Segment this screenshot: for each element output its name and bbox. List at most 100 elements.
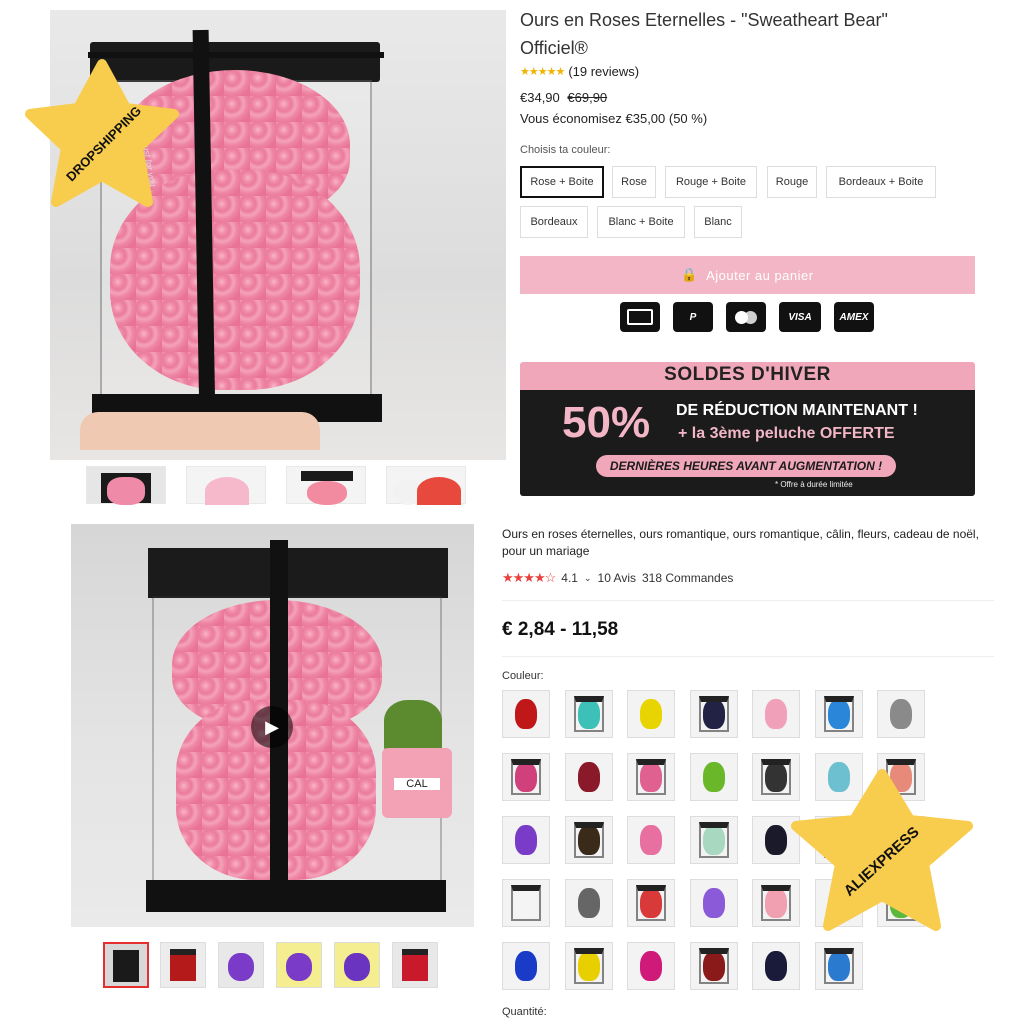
- price-original: €69,90: [567, 90, 608, 105]
- amex-icon: AMEX: [834, 302, 874, 332]
- price-block: €34,90 €69,90: [520, 90, 607, 105]
- ali-thumbnail-3[interactable]: [218, 942, 264, 988]
- add-to-cart-label: Ajouter au panier: [706, 267, 814, 283]
- color-swatch[interactable]: [564, 879, 613, 927]
- color-option-blanc-boite[interactable]: Blanc + Boite: [597, 206, 685, 238]
- ali-thumbnail-5[interactable]: [334, 942, 380, 988]
- color-swatch[interactable]: [564, 942, 613, 990]
- color-swatch[interactable]: [564, 690, 613, 738]
- add-to-cart-button[interactable]: 🔒 Ajouter au panier: [520, 256, 975, 294]
- color-swatch[interactable]: [502, 879, 550, 927]
- bear-swatch-color: [640, 825, 662, 855]
- dropshipping-badge: DROPSHIPPING: [25, 59, 179, 207]
- color-swatch[interactable]: [502, 816, 550, 864]
- thumbnail-1[interactable]: [86, 466, 166, 505]
- product-title: Ours en Roses Eternelles - "Sweatheart B…: [520, 10, 888, 58]
- bear-swatch-color: [577, 888, 600, 918]
- mastercard-icon: [726, 302, 766, 332]
- ali-thumbnail-2[interactable]: [160, 942, 206, 988]
- ali-color-label: Couleur:: [502, 670, 544, 682]
- color-option-bordeaux[interactable]: Bordeaux: [520, 206, 588, 238]
- bear-swatch-color: [515, 951, 537, 981]
- card-icon: [620, 302, 660, 332]
- color-swatch[interactable]: [627, 753, 675, 801]
- color-swatch[interactable]: [564, 816, 613, 864]
- color-swatch[interactable]: [689, 753, 738, 801]
- ali-thumbnail-6[interactable]: [392, 942, 438, 988]
- color-swatch[interactable]: [877, 690, 925, 738]
- savings-text: Vous économisez €35,00 (50 %): [520, 111, 708, 126]
- swatch-box: [573, 948, 604, 984]
- swatch-box: [823, 696, 854, 732]
- color-swatch[interactable]: [689, 816, 738, 864]
- swatch-box: [698, 696, 729, 732]
- ali-product-title: Ours en roses éternelles, ours romantiqu…: [502, 527, 979, 558]
- banner-title: SOLDES D'HIVER: [664, 364, 831, 385]
- bear-swatch-color: [515, 699, 537, 729]
- color-swatch[interactable]: [502, 942, 550, 990]
- color-swatch[interactable]: [502, 753, 550, 801]
- color-swatch[interactable]: [627, 942, 675, 990]
- thumbnail-3[interactable]: [286, 466, 366, 505]
- color-option-rouge[interactable]: Rouge: [767, 166, 817, 198]
- bear-swatch-color: [515, 825, 537, 855]
- review-count: (19 reviews): [568, 64, 640, 79]
- rating[interactable]: ★★★★★ (19 reviews): [520, 64, 639, 79]
- swatch-box: [698, 948, 729, 984]
- swatch-box: [573, 822, 604, 858]
- color-swatch[interactable]: [752, 690, 800, 738]
- color-swatch[interactable]: [814, 942, 863, 990]
- color-option-bordeaux-boite[interactable]: Bordeaux + Boite: [826, 166, 936, 198]
- color-swatch[interactable]: [627, 690, 675, 738]
- swatch-box: [823, 948, 854, 984]
- color-swatch[interactable]: [752, 942, 800, 990]
- color-swatch[interactable]: [627, 879, 675, 927]
- color-swatch[interactable]: [564, 753, 613, 801]
- color-option-rose[interactable]: Rose: [612, 166, 656, 198]
- color-swatch[interactable]: [627, 816, 675, 864]
- ali-price: € 2,84 - 11,58: [502, 619, 619, 640]
- color-option-blanc[interactable]: Blanc: [694, 206, 742, 238]
- ali-gift-box-lid: [148, 548, 448, 598]
- stars-icon: ★★★★★: [520, 66, 565, 78]
- chevron-down-icon: ⌄: [583, 572, 592, 583]
- ali-quantity-label: Quantité:: [502, 1006, 547, 1018]
- color-swatch[interactable]: [502, 690, 550, 738]
- ali-gift-box-base: [146, 880, 446, 912]
- swatch-box: [636, 885, 666, 921]
- pink-pot: CAL: [382, 748, 452, 818]
- color-option-rouge-boite[interactable]: Rouge + Boite: [665, 166, 757, 198]
- visa-icon: VISA: [779, 302, 821, 332]
- ali-orders: 318 Commandes: [642, 571, 734, 585]
- color-swatch[interactable]: [689, 942, 738, 990]
- divider: [502, 600, 994, 601]
- swatch-box: [636, 759, 666, 795]
- color-option-rose-boite[interactable]: Rose + Boite: [520, 166, 604, 198]
- swatch-box: [511, 885, 541, 921]
- pot-label: CAL: [394, 778, 440, 790]
- bear-swatch-color: [765, 699, 787, 729]
- ali-rating-value: 4.1: [561, 571, 578, 585]
- color-swatch[interactable]: [689, 690, 738, 738]
- bear-swatch-color: [577, 762, 600, 792]
- ali-rating[interactable]: ★★★★☆ 4.1 ⌄ 10 Avis 318 Commandes: [502, 570, 733, 586]
- swatch-box: [511, 759, 541, 795]
- paypal-icon: P: [673, 302, 713, 332]
- ali-thumbnail-1[interactable]: [103, 942, 149, 988]
- hand: [80, 412, 320, 450]
- banner-note: * Offre à durée limitée: [775, 480, 853, 489]
- bear-swatch-color: [765, 951, 787, 981]
- thumbnail-4[interactable]: [386, 466, 466, 505]
- color-swatch[interactable]: [689, 879, 738, 927]
- bear-swatch-color: [765, 825, 787, 855]
- price-current: €34,90: [520, 90, 560, 105]
- color-swatch[interactable]: [814, 690, 863, 738]
- thumbnail-2[interactable]: [186, 466, 266, 505]
- ali-thumbnail-4[interactable]: [276, 942, 322, 988]
- banner-line-2: + la 3ème peluche OFFERTE: [678, 425, 895, 442]
- ali-reviews[interactable]: 10 Avis: [598, 571, 636, 585]
- bear-swatch-color: [702, 762, 725, 792]
- banner-line-1: DE RÉDUCTION MAINTENANT !: [676, 402, 918, 419]
- play-video-icon[interactable]: ▶: [251, 706, 293, 748]
- banner-percent: 50%: [562, 398, 651, 447]
